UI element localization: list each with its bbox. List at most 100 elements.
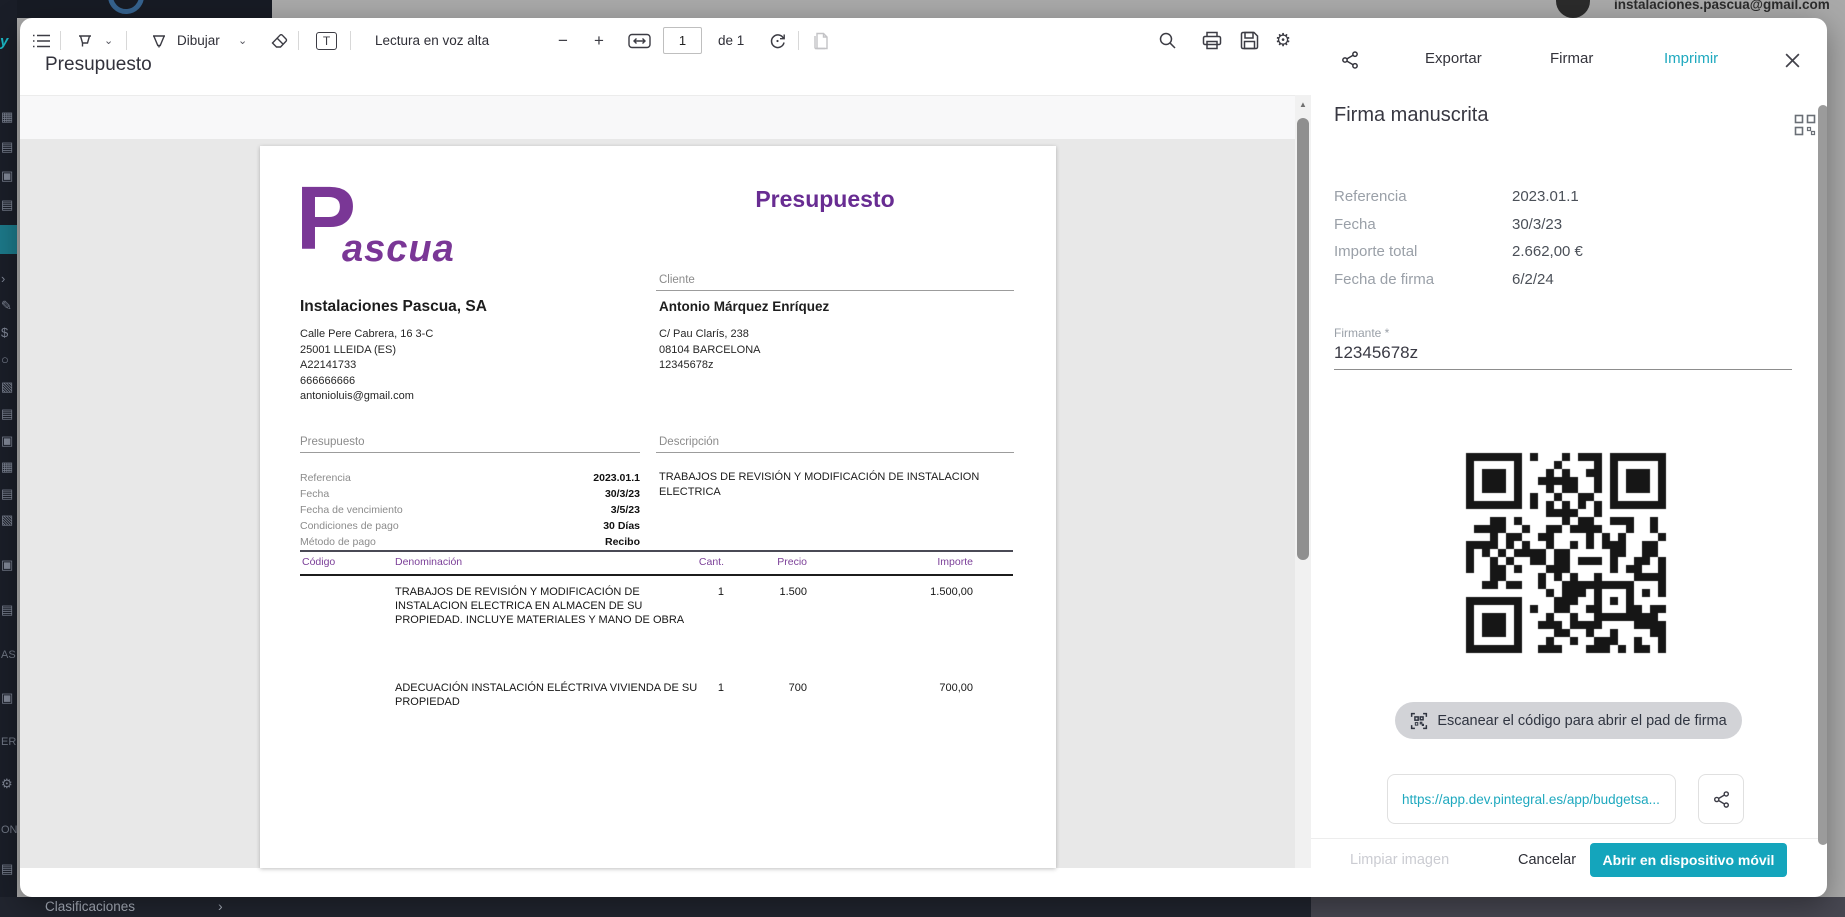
sidebar-partial-icon: ▣ (1, 434, 13, 447)
field-label: Importe total (1334, 243, 1417, 260)
search-button[interactable] (1158, 18, 1177, 63)
rotate-icon (768, 31, 787, 50)
text-box-button[interactable]: T (316, 18, 337, 63)
field-value: 2023.01.1 (1512, 188, 1579, 205)
export-button[interactable]: Exportar (1425, 50, 1482, 67)
fit-width-button[interactable] (628, 18, 651, 63)
sidebar-partial-icon: ○ (1, 353, 9, 366)
document-title: Presupuesto (690, 186, 960, 213)
draw-button[interactable] (150, 18, 168, 63)
settings-button[interactable]: ⚙ (1275, 18, 1291, 63)
qr-icon (1794, 114, 1816, 136)
table-row-price: 700 (747, 682, 807, 696)
fit-width-icon (628, 33, 651, 49)
share-url-button[interactable] (1698, 774, 1744, 824)
zoom-in-button[interactable]: + (594, 18, 604, 63)
scroll-up-icon[interactable]: ▲ (1299, 100, 1307, 109)
draw-chevron[interactable]: ⌄ (238, 18, 247, 63)
table-row-name: TRABAJOS DE REVISIÓN Y MODIFICACIÓN DE I… (395, 586, 703, 627)
panel-scrollbar-thumb[interactable] (1818, 105, 1827, 845)
sidebar-partial-icon: ▧ (1, 380, 13, 393)
sidebar-item-clasificaciones[interactable]: Clasificaciones › (0, 897, 1311, 917)
field-value: 30/3/23 (1512, 216, 1562, 233)
signer-label: Firmante * (1334, 326, 1389, 340)
field-value: 6/2/24 (1512, 271, 1554, 288)
rotate-button[interactable] (768, 18, 787, 63)
text-tool-icon: T (316, 32, 337, 50)
table-border (300, 574, 1013, 576)
read-aloud-button[interactable]: Lectura en voz alta (375, 18, 489, 63)
sidebar-partial-icon: ER (1, 736, 16, 749)
sidebar-partial-icon: ▤ (1, 407, 13, 420)
print-button[interactable]: Imprimir (1664, 50, 1718, 67)
sign-button[interactable]: Firmar (1550, 50, 1593, 67)
col-header-code: Código (302, 556, 335, 568)
col-header-name: Denominación (395, 556, 462, 568)
pdf-toolbar (20, 95, 1295, 140)
client-name: Antonio Márquez Enríquez (659, 299, 829, 314)
sidebar-item-label: Clasificaciones (45, 899, 135, 914)
signer-input[interactable] (1334, 343, 1792, 363)
sidebar-partial-icon: ▤ (1, 140, 13, 153)
sidebar-partial-icon: ▦ (1, 460, 13, 473)
page-view-button[interactable] (812, 18, 830, 63)
highlighter-chevron[interactable]: ⌄ (104, 18, 113, 63)
sidebar-partial-icon: ▤ (1, 862, 13, 875)
table-row-name: ADECUACIÓN INSTALACIÓN ELÉCTRIVA VIVIEND… (395, 682, 703, 710)
viewer-scrollbar-thumb[interactable] (1297, 118, 1309, 560)
draw-label[interactable]: Dibujar (177, 18, 220, 63)
sidebar-active-item[interactable] (0, 225, 17, 254)
table-row-price: 1.500 (747, 586, 807, 600)
divider (300, 452, 640, 453)
sidebar-partial-icon: ▤ (1, 198, 13, 211)
backdrop-strip (1311, 897, 1845, 917)
company-logo-text: ascua (342, 230, 455, 268)
avatar[interactable] (1556, 0, 1590, 18)
description-section-label: Descripción (659, 436, 719, 448)
budget-section-label: Presupuesto (300, 436, 365, 448)
printer-icon (1202, 31, 1222, 50)
highlighter-icon (76, 32, 94, 50)
eraser-button[interactable] (270, 18, 289, 63)
company-name: Instalaciones Pascua, SA (300, 298, 487, 316)
qr-scan-icon (1410, 712, 1428, 730)
document-page: P ascua Presupuesto Cliente Instalacione… (260, 146, 1056, 868)
col-header-price: Precio (747, 556, 807, 568)
toolbar-print-button[interactable] (1202, 18, 1222, 63)
table-row-amount: 700,00 (903, 682, 973, 696)
contents-button[interactable] (32, 18, 51, 63)
cancel-button[interactable]: Cancelar (1518, 852, 1576, 868)
toolbar-save-button[interactable] (1240, 18, 1259, 63)
pen-icon (150, 32, 168, 50)
zoom-out-button[interactable]: − (558, 18, 568, 63)
budget-description: TRABAJOS DE REVISIÓN Y MODIFICACIÓN DE I… (659, 470, 1015, 500)
sidebar-partial-icon: ▣ (1, 169, 13, 182)
sidebar-partial-icon: ▤ (1, 603, 13, 616)
share-button[interactable] (1338, 48, 1362, 72)
app-header-fragment (0, 0, 272, 18)
sidebar-partial-icon: ▣ (1, 691, 13, 704)
page-number-input-box (663, 27, 702, 54)
open-mobile-button[interactable]: Abrir en dispositivo móvil (1590, 843, 1787, 877)
clear-image-button[interactable]: Limpiar imagen (1350, 852, 1449, 868)
close-button[interactable] (1780, 48, 1804, 72)
sidebar-logo-letter: y (0, 33, 8, 50)
field-label: Referencia (1334, 188, 1407, 205)
sidebar-partial-icon: ⚙ (1, 777, 13, 790)
qr-corner-button[interactable] (1794, 114, 1816, 136)
highlighter-button[interactable] (76, 18, 94, 63)
signer-field-wrap (1334, 343, 1792, 367)
chevron-right-icon: › (218, 898, 223, 914)
page-number-input[interactable] (664, 28, 701, 53)
sidebar-partial-icon: ▧ (1, 513, 13, 526)
field-label: Fecha de firma (1334, 271, 1434, 288)
scan-code-label: Escanear el código para abrir el pad de … (1437, 713, 1726, 729)
scan-code-button[interactable]: Escanear el código para abrir el pad de … (1395, 702, 1742, 739)
table-row-qty: 1 (664, 586, 724, 600)
account-email[interactable]: instalaciones.pascua@gmail.com (1614, 0, 1830, 12)
client-section-label: Cliente (659, 274, 695, 286)
signature-url-link[interactable]: https://app.dev.pintegral.es/app/budgets… (1387, 774, 1676, 824)
share-icon (1340, 50, 1360, 70)
sidebar-partial-icon: ▣ (1, 558, 13, 571)
sidebar-partial-icon: › (1, 272, 5, 285)
